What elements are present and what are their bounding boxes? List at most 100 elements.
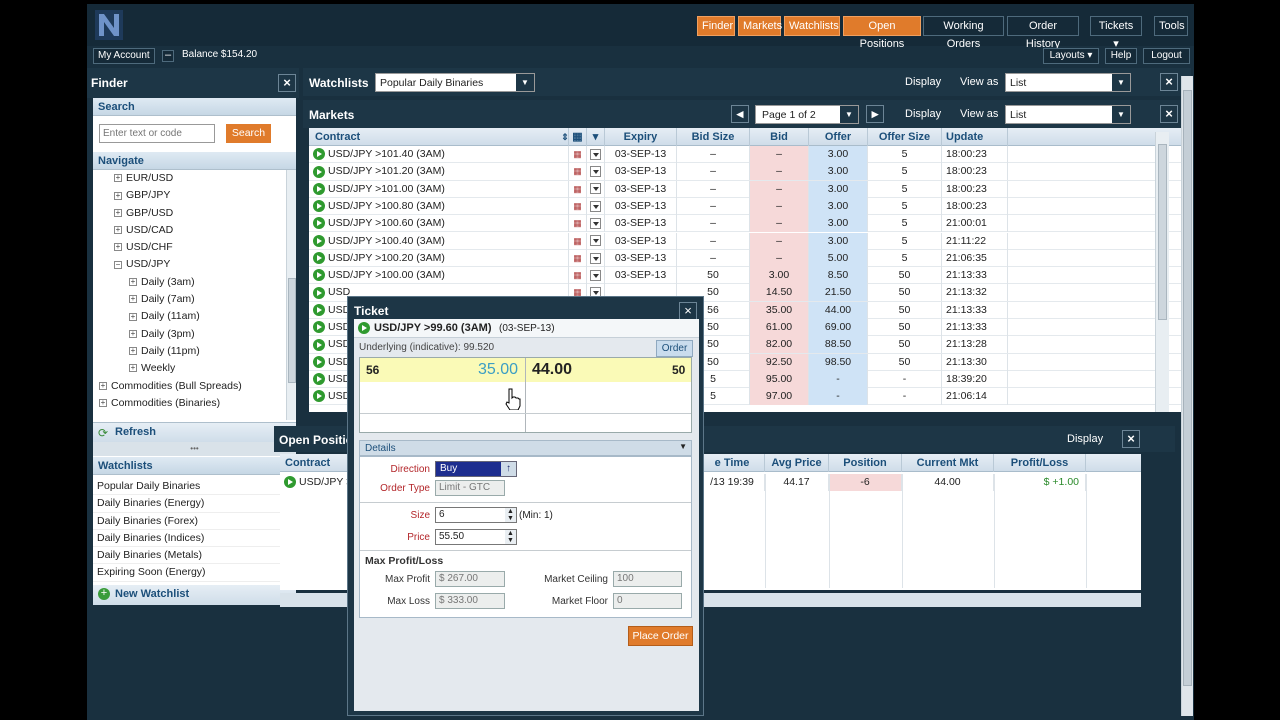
row-menu-icon[interactable] bbox=[587, 180, 605, 198]
nav-tools[interactable]: Tools bbox=[1154, 16, 1188, 36]
col-current-mkt[interactable]: Current Mkt bbox=[902, 454, 994, 472]
tree-item[interactable]: + GBP/JPY bbox=[93, 187, 288, 204]
row-menu-icon[interactable] bbox=[587, 146, 605, 163]
nav-finder[interactable]: Finder bbox=[697, 16, 735, 36]
row-offer[interactable]: 5.00 bbox=[809, 249, 868, 267]
direction-select[interactable]: Buy ↑ bbox=[435, 461, 517, 477]
close-icon[interactable]: × bbox=[278, 74, 296, 92]
market-row[interactable]: USD/JPY >100.20 (3AM) ▦ 03-SEP-13– –5.00 5 21… bbox=[309, 249, 1185, 268]
expand-icon[interactable]: + bbox=[114, 174, 122, 183]
tree-item[interactable]: + Daily (7am) bbox=[93, 291, 288, 308]
expand-icon[interactable]: + bbox=[114, 226, 122, 235]
row-offer[interactable]: 98.50 bbox=[809, 353, 868, 371]
market-row[interactable]: USD/JPY >101.40 (3AM) ▦ 03-SEP-13– –3.00 5 18… bbox=[309, 146, 1185, 164]
play-icon[interactable] bbox=[313, 373, 325, 386]
refresh-icon[interactable]: ⟳ bbox=[98, 426, 108, 440]
watchlist-item[interactable]: Daily Binaries (Indices) bbox=[93, 530, 296, 548]
expand-icon[interactable]: + bbox=[129, 295, 137, 304]
row-offer[interactable]: 3.00 bbox=[809, 215, 868, 233]
tree-item[interactable]: + Commodities (Binaries) bbox=[93, 395, 288, 412]
row-menu-icon[interactable] bbox=[587, 232, 605, 250]
col-time[interactable]: e Time bbox=[700, 454, 765, 472]
row-bid[interactable]: – bbox=[750, 249, 809, 267]
help-button[interactable]: Help bbox=[1105, 48, 1137, 64]
play-icon[interactable] bbox=[313, 269, 325, 282]
expand-icon[interactable]: + bbox=[114, 191, 122, 200]
ticket-offer[interactable]: 44.00 bbox=[532, 361, 572, 379]
row-menu-icon[interactable] bbox=[587, 249, 605, 267]
chart-icon[interactable]: ▦ bbox=[569, 232, 587, 250]
row-offer[interactable]: - bbox=[809, 370, 868, 388]
row-bid[interactable]: 97.00 bbox=[750, 388, 809, 406]
page-scrollbar[interactable] bbox=[1181, 76, 1193, 716]
refresh-button[interactable]: Refresh bbox=[115, 426, 156, 438]
play-icon[interactable] bbox=[313, 217, 325, 230]
market-row[interactable]: USD/JPY >101.20 (3AM) ▦ 03-SEP-13– –3.00 5 18… bbox=[309, 163, 1185, 181]
row-menu-icon[interactable] bbox=[587, 215, 605, 233]
play-icon[interactable] bbox=[313, 390, 325, 403]
collapse-icon[interactable]: – bbox=[162, 50, 174, 62]
row-menu-icon[interactable] bbox=[587, 163, 605, 181]
market-row[interactable]: USD/JPY >100.80 (3AM) ▦ 03-SEP-13– –3.00 5 18… bbox=[309, 197, 1185, 216]
play-icon[interactable] bbox=[313, 338, 325, 351]
expand-icon[interactable]: + bbox=[129, 312, 137, 321]
play-icon[interactable] bbox=[313, 165, 325, 178]
col-offer-size[interactable]: Offer Size bbox=[868, 128, 942, 146]
market-row[interactable]: USD/JPY >100.00 (3AM) ▦ 03-SEP-13 50 3.00 8.5… bbox=[309, 267, 1185, 285]
new-watchlist-button[interactable]: New Watchlist bbox=[115, 588, 189, 600]
tree-item[interactable]: + GBP/USD bbox=[93, 205, 288, 222]
tree-item[interactable]: + USD/CHF bbox=[93, 239, 288, 256]
watchlist-item[interactable]: Popular Daily Binaries bbox=[93, 478, 296, 496]
row-bid[interactable]: 35.00 bbox=[750, 301, 809, 319]
row-bid[interactable]: 95.00 bbox=[750, 370, 809, 388]
nav-markets[interactable]: Markets bbox=[738, 16, 782, 36]
tree-item[interactable]: + Commodities (Bull Spreads) bbox=[93, 378, 288, 395]
next-page-icon[interactable]: ▸ bbox=[866, 105, 884, 123]
chart-icon[interactable]: ▦ bbox=[569, 146, 587, 163]
chart-icon[interactable]: ▦ bbox=[569, 267, 587, 285]
row-offer[interactable]: 69.00 bbox=[809, 319, 868, 336]
expand-icon[interactable]: + bbox=[114, 208, 122, 217]
size-input[interactable]: 6 ▲ ▼ bbox=[435, 507, 517, 523]
close-icon[interactable]: × bbox=[1122, 430, 1140, 448]
col-bid-size[interactable]: Bid Size bbox=[677, 128, 750, 146]
expand-icon[interactable]: + bbox=[129, 329, 137, 338]
chart-icon[interactable]: ▦ bbox=[569, 180, 587, 198]
col-update[interactable]: Update bbox=[942, 128, 1008, 146]
tree-item[interactable]: + USD/CAD bbox=[93, 222, 288, 239]
row-offer[interactable]: 3.00 bbox=[809, 232, 868, 250]
expand-icon[interactable]: + bbox=[114, 243, 122, 252]
details-header[interactable]: Details ▼ bbox=[359, 440, 692, 456]
col-offer[interactable]: Offer bbox=[809, 128, 868, 146]
expand-icon[interactable]: + bbox=[129, 364, 137, 373]
order-type-field[interactable]: Limit - GTC bbox=[435, 480, 505, 496]
tree-item[interactable]: + Daily (3pm) bbox=[93, 326, 288, 343]
chart-icon[interactable]: ▦ bbox=[569, 163, 587, 181]
nav-watchlists[interactable]: Watchlists bbox=[784, 16, 840, 36]
play-icon[interactable] bbox=[313, 234, 325, 247]
col-profit-loss[interactable]: Profit/Loss bbox=[994, 454, 1086, 472]
play-icon[interactable] bbox=[313, 200, 325, 213]
row-bid[interactable]: – bbox=[750, 197, 809, 215]
watchlist-item[interactable]: Daily Binaries (Metals) bbox=[93, 547, 296, 565]
row-offer[interactable]: 8.50 bbox=[809, 267, 868, 285]
play-icon[interactable] bbox=[313, 355, 325, 368]
nav-open-positions[interactable]: Open Positions bbox=[843, 16, 921, 50]
expand-icon[interactable]: + bbox=[129, 278, 137, 286]
logout-button[interactable]: Logout bbox=[1143, 48, 1190, 64]
close-icon[interactable]: × bbox=[1160, 73, 1178, 91]
play-icon[interactable] bbox=[313, 286, 325, 299]
row-offer[interactable]: 21.50 bbox=[809, 284, 868, 302]
expand-icon[interactable]: + bbox=[99, 399, 107, 408]
row-offer[interactable]: 3.00 bbox=[809, 197, 868, 215]
tree-scrollbar[interactable] bbox=[286, 170, 296, 420]
market-row[interactable]: USD/JPY >100.40 (3AM) ▦ 03-SEP-13– –3.00 5 21… bbox=[309, 232, 1185, 250]
tree-item[interactable]: + Weekly bbox=[93, 360, 288, 377]
col-expiry[interactable]: Expiry bbox=[605, 128, 677, 146]
chart-icon[interactable]: ▦ bbox=[569, 215, 587, 233]
markets-view-select[interactable]: List ▼ bbox=[1005, 105, 1131, 124]
col-position[interactable]: Position bbox=[829, 454, 902, 472]
row-offer[interactable]: 3.00 bbox=[809, 163, 868, 181]
market-row[interactable]: USD/JPY >101.00 (3AM) ▦ 03-SEP-13– –3.00 5 18… bbox=[309, 180, 1185, 198]
row-bid[interactable]: 14.50 bbox=[750, 284, 809, 302]
